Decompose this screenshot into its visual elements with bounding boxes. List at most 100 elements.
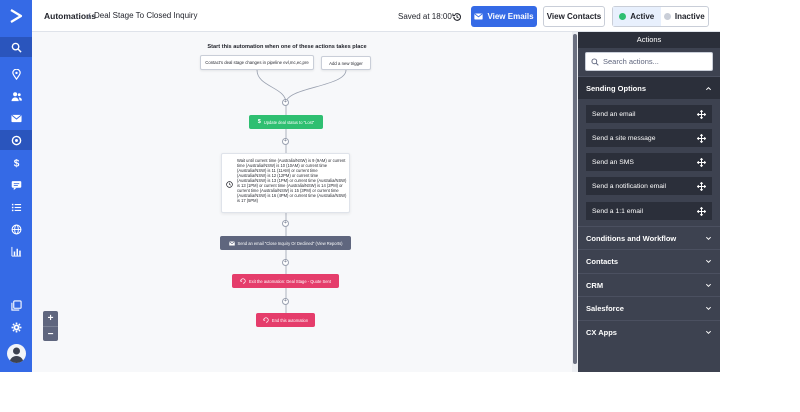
actions-panel: Actions Sending Options Send an email Se… (578, 32, 720, 372)
automations-icon[interactable] (0, 130, 32, 150)
zoom-controls: + − (43, 311, 58, 341)
chevron-down-icon (705, 330, 712, 334)
inactive-option[interactable]: Inactive (661, 7, 709, 26)
action-send-email[interactable]: Send an email (586, 105, 712, 123)
globe-icon[interactable] (0, 219, 32, 239)
workflow-canvas[interactable]: Start this automation when one of these … (32, 32, 577, 372)
exit-automation-step[interactable]: Exit the automation: Deal Stage - Quote … (232, 274, 339, 288)
view-contacts-label: View Contacts (546, 12, 602, 21)
chevron-down-icon (705, 283, 712, 287)
update-deal-step[interactable]: $ Update deal status to "Lost" (249, 115, 323, 129)
view-emails-label: View Emails (487, 12, 534, 21)
mail-icon[interactable] (0, 108, 32, 128)
contacts-icon[interactable] (0, 86, 32, 106)
action-send-sms[interactable]: Send an SMS (586, 153, 712, 171)
trigger-text: Contact's deal stage changes in pipeline… (205, 60, 309, 65)
reports-icon[interactable] (0, 241, 32, 261)
section-label: Contacts (586, 256, 619, 266)
section-cx-apps[interactable]: CX Apps (578, 320, 720, 343)
add-trigger-button[interactable]: Add a new trigger (321, 56, 371, 70)
active-dot-icon (619, 13, 627, 20)
inactive-dot-icon (663, 13, 671, 20)
automation-builder: $ Automations / Deal Stage To Closed Inq… (0, 0, 800, 372)
view-emails-button[interactable]: View Emails (471, 6, 537, 27)
section-sending-options[interactable]: Sending Options (578, 76, 720, 99)
section-salesforce[interactable]: Salesforce (578, 296, 720, 319)
exit-icon (263, 317, 269, 323)
action-label: Send an SMS (592, 158, 634, 166)
action-send-1-1-email[interactable]: Send a 1:1 email (586, 202, 712, 220)
inactive-label: Inactive (674, 12, 705, 21)
send-email-text: Send an email "Close Inquiry Or Declined… (237, 240, 343, 246)
page-background (0, 372, 800, 412)
end-automation-step[interactable]: End this automation (256, 313, 315, 327)
end-automation-text: End this automation (271, 317, 309, 323)
actions-panel-title: Actions (578, 32, 720, 48)
action-send-site-message[interactable]: Send a site message (586, 129, 712, 147)
lists-icon[interactable] (0, 197, 32, 217)
status-toggle: Active Inactive (612, 6, 709, 27)
dollar-icon[interactable]: $ (0, 152, 32, 172)
section-contacts[interactable]: Contacts (578, 249, 720, 272)
move-icon[interactable] (697, 109, 706, 119)
start-label: Start this automation when one of these … (207, 44, 367, 50)
saved-status: Saved at 18:00 (398, 12, 452, 21)
add-trigger-label: Add a new trigger (329, 60, 363, 66)
chevron-down-icon (705, 259, 712, 263)
add-step-node[interactable]: + (282, 259, 289, 266)
view-contacts-button[interactable]: View Contacts (543, 6, 605, 27)
wait-step[interactable]: Wait until current time (Australia/NSW) … (221, 153, 350, 213)
section-label: Salesforce (586, 303, 624, 313)
add-step-node[interactable]: + (282, 220, 289, 227)
action-label: Send a 1:1 email (592, 207, 644, 215)
clock-icon (226, 181, 233, 188)
add-step-node[interactable]: + (282, 298, 289, 305)
dollar-icon: $ (257, 119, 261, 125)
active-label: Active (630, 12, 655, 21)
wait-text: Wait until current time (Australia/NSW) … (237, 158, 347, 203)
section-conditions-and-workflow[interactable]: Conditions and Workflow (578, 226, 720, 249)
active-option[interactable]: Active (613, 7, 661, 26)
history-icon[interactable] (452, 12, 462, 22)
chevron-down-icon (705, 306, 712, 310)
exit-automation-text: Exit the automation: Deal Stage - Quote … (249, 278, 331, 284)
search-icon (591, 57, 599, 66)
svg-text:$: $ (13, 158, 19, 167)
avatar[interactable] (7, 344, 26, 363)
move-icon[interactable] (697, 133, 706, 143)
gear-icon[interactable] (0, 317, 32, 337)
pages-icon[interactable] (0, 295, 32, 315)
update-deal-text: Update deal status to "Lost" (263, 119, 315, 125)
add-step-node[interactable]: + (282, 138, 289, 145)
action-label: Send a notification email (592, 182, 667, 190)
breadcrumb-separator: / (88, 11, 91, 21)
logo-icon[interactable] (9, 9, 23, 23)
chevron-up-icon (705, 86, 712, 90)
move-icon[interactable] (697, 181, 706, 191)
chevron-down-icon (705, 236, 712, 240)
search-icon[interactable] (0, 37, 32, 57)
search-actions-box[interactable] (585, 52, 713, 71)
action-label: Send a site message (592, 134, 656, 142)
location-pin-icon[interactable] (0, 64, 32, 84)
zoom-out-button[interactable]: − (43, 326, 58, 341)
exit-icon (240, 278, 246, 284)
section-label: CRM (586, 280, 604, 290)
trigger-card[interactable]: Contact's deal stage changes in pipeline… (200, 55, 314, 70)
section-crm[interactable]: CRM (578, 273, 720, 296)
left-nav: $ (0, 0, 32, 372)
scrollbar-thumb[interactable] (573, 34, 577, 364)
add-step-node[interactable]: + (282, 99, 289, 106)
mail-icon (474, 13, 484, 20)
section-label: Sending Options (586, 83, 646, 93)
move-icon[interactable] (697, 206, 706, 216)
zoom-in-button[interactable]: + (43, 311, 58, 326)
mail-icon (228, 240, 235, 245)
conversations-icon[interactable] (0, 175, 32, 195)
send-email-step[interactable]: Send an email "Close Inquiry Or Declined… (220, 236, 351, 250)
page-title[interactable]: Deal Stage To Closed Inquiry (94, 11, 197, 20)
move-icon[interactable] (697, 157, 706, 167)
action-send-notification-email[interactable]: Send a notification email (586, 177, 712, 195)
search-actions-input[interactable] (603, 57, 708, 66)
section-label: CX Apps (586, 327, 617, 337)
